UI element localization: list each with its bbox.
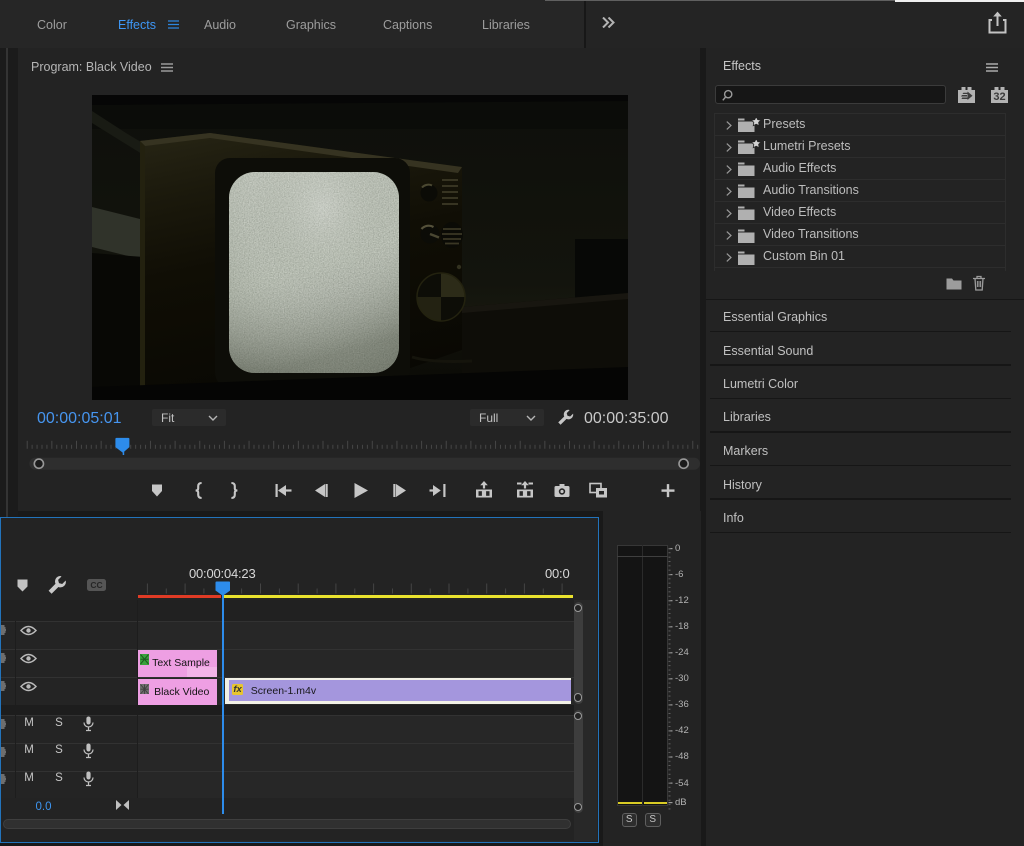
svg-text:32: 32 [993,91,1005,103]
